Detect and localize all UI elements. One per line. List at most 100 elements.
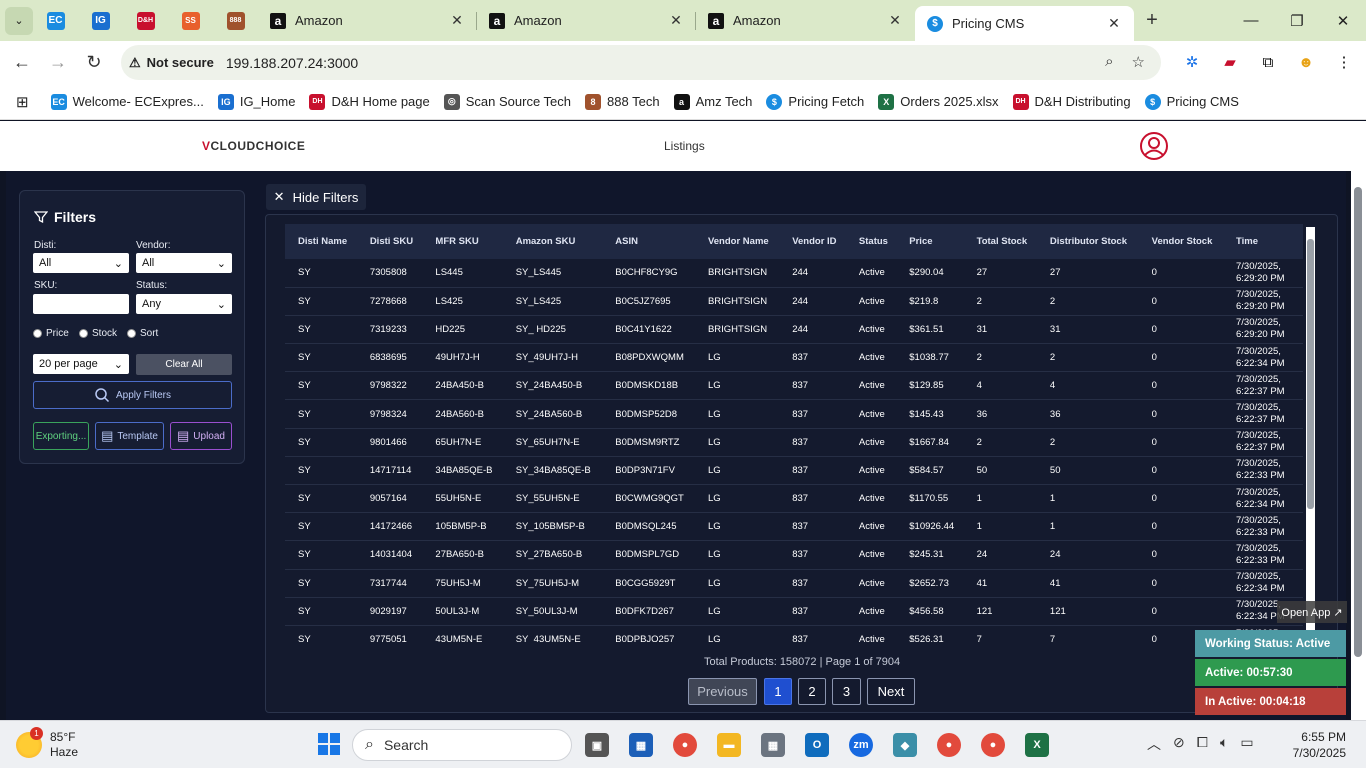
- page-2-button[interactable]: 2: [798, 678, 826, 705]
- previous-page-button[interactable]: Previous: [688, 678, 757, 705]
- apps-grid-icon[interactable]: ⊞: [16, 93, 29, 111]
- menu-kebab-icon[interactable]: ⋮: [1332, 50, 1356, 74]
- tab-amazon-1[interactable]: a Amazon ✕: [258, 0, 477, 41]
- bookmark-item[interactable]: DH D&H Home page: [309, 93, 430, 110]
- table-row[interactable]: SY 9029197 50UL3J-M SY_50UL3J-M B0DFK7D267 LG…: [285, 597, 1303, 626]
- bookmark-item[interactable]: DH D&H Distributing: [1012, 93, 1131, 110]
- bookmark-item[interactable]: ◎ Scan Source Tech: [443, 93, 571, 110]
- excel-icon[interactable]: X: [1025, 733, 1049, 757]
- apply-filters-button[interactable]: Apply Filters: [33, 381, 232, 409]
- calculator-icon[interactable]: ▦: [761, 733, 785, 757]
- chrome-profile-icon[interactable]: ●: [937, 733, 961, 757]
- file-explorer-icon[interactable]: ▬: [717, 733, 741, 757]
- close-icon[interactable]: ✕: [1106, 15, 1122, 32]
- battery-icon[interactable]: ▭: [1240, 734, 1253, 754]
- tab-pricing-cms[interactable]: $ Pricing CMS ✕: [915, 6, 1134, 41]
- close-icon[interactable]: ✕: [887, 12, 903, 29]
- back-icon[interactable]: ←: [4, 52, 40, 73]
- exporting-button[interactable]: Exporting...: [33, 422, 89, 450]
- bookmark-star-icon[interactable]: ☆: [1132, 53, 1145, 71]
- status-select[interactable]: Any ⌄: [136, 294, 232, 314]
- weather-widget[interactable]: 1 85°F Haze: [16, 727, 78, 760]
- bookmark-item[interactable]: 8 888 Tech: [585, 93, 660, 110]
- security-indicator[interactable]: ⚠ Not secure: [129, 55, 214, 71]
- network-icon[interactable]: ⊘: [1173, 734, 1185, 754]
- scrollbar-thumb[interactable]: [1354, 187, 1362, 657]
- taskbar-search[interactable]: ⌕ Search: [352, 729, 572, 761]
- vendor-select[interactable]: All ⌄: [136, 253, 232, 273]
- page-1-button[interactable]: 1: [764, 678, 792, 705]
- tab-search-button[interactable]: ⌄: [5, 6, 33, 35]
- zoom-icon[interactable]: zm: [849, 733, 873, 757]
- pinned-tab-ss[interactable]: SS: [168, 0, 213, 41]
- hide-filters-button[interactable]: ✕ Hide Filters: [266, 184, 366, 210]
- new-tab-button[interactable]: +: [1134, 9, 1170, 32]
- scrollbar-thumb[interactable]: [1307, 239, 1314, 509]
- bookmark-item[interactable]: IG IG_Home: [217, 93, 295, 110]
- table-row[interactable]: SY 14031404 27BA650-B SY_27BA650-B B0DMSPL7G…: [285, 540, 1303, 570]
- table-row[interactable]: SY 7317744 75UH5J-M SY_75UH5J-M B0CGG5929T LG…: [285, 569, 1303, 598]
- taskbar-clock[interactable]: 6:55 PM 7/30/2025: [1290, 729, 1346, 761]
- close-icon[interactable]: ✕: [668, 12, 684, 29]
- bookmark-item[interactable]: a Amz Tech: [673, 93, 752, 110]
- url-text[interactable]: 199.188.207.24:3000: [226, 55, 358, 71]
- minimize-icon[interactable]: —: [1228, 0, 1274, 41]
- next-page-button[interactable]: Next: [867, 678, 915, 705]
- clear-all-button[interactable]: Clear All: [136, 354, 232, 375]
- bookmark-item[interactable]: $ Pricing CMS: [1144, 93, 1239, 110]
- table-row[interactable]: SY 9798322 24BA450-B SY_24BA450-B B0DMSKD18B…: [285, 371, 1303, 401]
- page-scrollbar[interactable]: [1351, 171, 1366, 720]
- display-icon[interactable]: ⧠: [1197, 734, 1208, 754]
- close-window-icon[interactable]: ✕: [1320, 0, 1366, 41]
- table-row[interactable]: SY 14172466 105BM5P-B SY_105BM5P-B B0DMSQL24…: [285, 512, 1303, 542]
- table-row[interactable]: SY 7319233 HD225 SY_ HD225 B0C41Y1622 BRIGHTS…: [285, 315, 1303, 345]
- maximize-icon[interactable]: ❐: [1274, 0, 1320, 41]
- vcloudchoice-logo[interactable]: VCLOUDCHOICE: [202, 139, 305, 153]
- table-row[interactable]: SY 14717114 34BA85QE-B SY_34BA85QE-B B0DP3N7…: [285, 456, 1303, 486]
- tab-amazon-2[interactable]: a Amazon ✕: [477, 0, 696, 41]
- table-scrollbar[interactable]: [1306, 227, 1315, 643]
- table-scroll-area[interactable]: Disti Name Disti SKU MFR SKU Amazon SKU ASIN…: [266, 215, 1303, 642]
- forward-icon[interactable]: →: [40, 52, 76, 73]
- bookmark-item[interactable]: X Orders 2025.xlsx: [878, 93, 999, 110]
- zoom-icon[interactable]: ⌕: [1105, 53, 1113, 71]
- pinned-tab-dh[interactable]: D&H: [123, 0, 168, 41]
- upload-button[interactable]: ▤ Upload: [170, 422, 232, 450]
- table-row[interactable]: SY 7305808 LS445 SY_LS445 B0CHF8CY9G BRIGHTSI…: [285, 259, 1303, 288]
- sku-input[interactable]: [33, 294, 129, 314]
- extensions-puzzle-icon[interactable]: ⧉: [1256, 50, 1280, 74]
- radio-sort[interactable]: Sort: [127, 328, 158, 339]
- nav-listings[interactable]: Listings: [664, 139, 705, 153]
- template-button[interactable]: ▤ Template: [95, 422, 164, 450]
- radio-price[interactable]: Price: [33, 328, 69, 339]
- table-row[interactable]: SY 7278668 LS425 SY_LS425 B0C5JZ7695 BRIGHTSI…: [285, 287, 1303, 316]
- bookmark-item[interactable]: $ Pricing Fetch: [766, 93, 864, 110]
- bookmark-item[interactable]: EC Welcome- ECExpres...: [50, 93, 204, 110]
- chevron-up-icon[interactable]: ︿: [1147, 734, 1161, 754]
- reload-icon[interactable]: ↻: [76, 52, 112, 73]
- tab-amazon-3[interactable]: a Amazon ✕: [696, 0, 915, 41]
- acrobat-icon[interactable]: ▰: [1218, 50, 1242, 74]
- pinned-tab-888[interactable]: 888: [213, 0, 258, 41]
- table-row[interactable]: SY 9775051 43UM5N-E SY_43UM5N-E B0DPBJQ257 LG…: [285, 625, 1303, 642]
- windows-start-icon[interactable]: [318, 733, 340, 755]
- page-3-button[interactable]: 3: [832, 678, 861, 705]
- extension-blue-icon[interactable]: ✲: [1180, 50, 1204, 74]
- per-page-select[interactable]: 20 per page ⌄: [33, 354, 129, 374]
- app-diamond-icon[interactable]: ◆: [893, 733, 917, 757]
- table-row[interactable]: SY 9798324 24BA560-B SY_24BA560-B B0DMSP52D8…: [285, 399, 1303, 429]
- profile-avatar-icon[interactable]: ☻: [1294, 50, 1318, 74]
- task-view-icon[interactable]: ▣: [585, 733, 609, 757]
- close-icon[interactable]: ✕: [449, 12, 465, 29]
- chrome-icon[interactable]: ●: [673, 733, 697, 757]
- table-row[interactable]: SY 9801466 65UH7N-E SY_65UH7N-E B0DMSM9RTZ LG…: [285, 428, 1303, 457]
- user-account-icon[interactable]: [1139, 131, 1169, 161]
- store-icon[interactable]: ▦: [629, 733, 653, 757]
- chrome-profile-icon-2[interactable]: ●: [981, 733, 1005, 757]
- open-app-button[interactable]: Open App ↗: [1277, 601, 1347, 623]
- table-row[interactable]: SY 9057164 55UH5N-E SY_55UH5N-E B0CWMG9QGT LG…: [285, 484, 1303, 514]
- pinned-tab-ig[interactable]: IG: [78, 0, 123, 41]
- address-bar[interactable]: ⚠ Not secure 199.188.207.24:3000 ⌕ ☆: [121, 45, 1161, 80]
- speaker-icon[interactable]: 🔈︎: [1220, 734, 1228, 754]
- radio-stock[interactable]: Stock: [79, 328, 117, 339]
